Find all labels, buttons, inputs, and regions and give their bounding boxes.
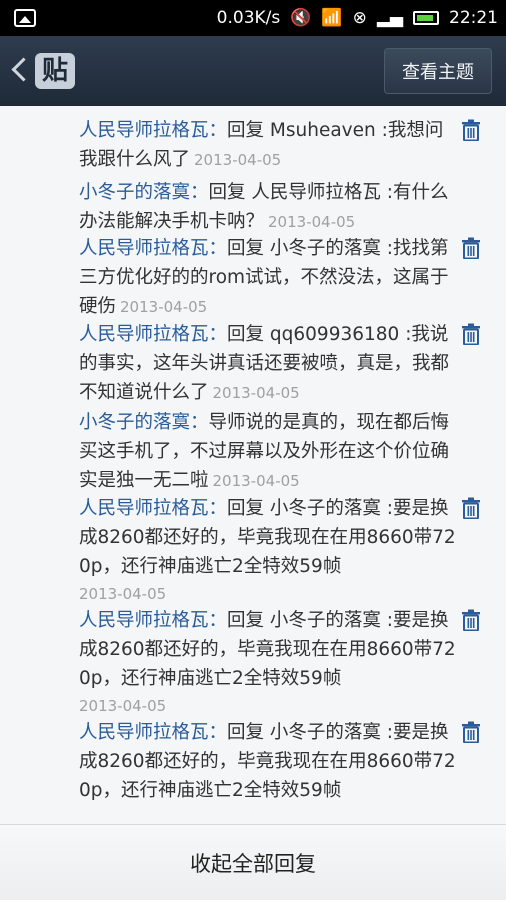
signal-icon: ▂▄ <box>376 8 403 28</box>
title-bar: 贴 查看主题 <box>0 36 506 106</box>
reply-item[interactable]: 人民导师拉格瓦：回复 小冬子的落寞 :找找第三方优化好的的rom试试，不然没法，… <box>79 234 459 322</box>
reply-timestamp: 2013-04-05 <box>212 384 300 402</box>
reply-timestamp: 2013-04-05 <box>212 472 300 490</box>
reply-author[interactable]: 小冬子的落寞： <box>79 412 209 433</box>
reply-item[interactable]: 人民导师拉格瓦：回复 小冬子的落寞 :要是换成8260都还好的，毕竟我现在在用8… <box>79 494 459 607</box>
back-arrow-icon[interactable] <box>11 57 25 83</box>
reply-timestamp: 2013-04-05 <box>79 585 167 603</box>
view-topic-button[interactable]: 查看主题 <box>384 48 492 94</box>
reply-author[interactable]: 人民导师拉格瓦： <box>79 722 227 743</box>
mute-icon: 🔇 <box>290 8 312 28</box>
reply-timestamp: 2013-04-05 <box>79 805 459 810</box>
reply-item[interactable]: 小冬子的落寞：导师说的是真的，现在都后悔买这手机了，不过屏幕以及外形在这个价位确… <box>79 408 459 496</box>
gallery-notification-icon <box>14 9 36 27</box>
reply-timestamp: 2013-04-05 <box>194 151 282 169</box>
battery-icon <box>413 11 439 25</box>
reply-item[interactable]: 人民导师拉格瓦：回复 小冬子的落寞 :要是换成8260都还好的，毕竟我现在在用8… <box>79 718 459 810</box>
delete-trash-icon[interactable] <box>461 323 481 345</box>
reply-timestamp: 2013-04-05 <box>268 213 356 231</box>
reply-item[interactable]: 人民导师拉格瓦：回复 Msuheaven :我想问我跟什么风了 2013-04-0… <box>79 116 459 175</box>
reply-author[interactable]: 人民导师拉格瓦： <box>79 324 227 345</box>
reply-item[interactable]: 人民导师拉格瓦：回复 qq609936180 :我说的事实，这年头讲真话还要被喷… <box>79 320 459 408</box>
reply-author[interactable]: 人民导师拉格瓦： <box>79 120 227 141</box>
delete-trash-icon[interactable] <box>461 721 481 743</box>
delete-trash-icon[interactable] <box>461 497 481 519</box>
reply-author[interactable]: 人民导师拉格瓦： <box>79 238 227 259</box>
network-speed: 0.03K/s <box>216 8 281 28</box>
reply-author[interactable]: 小冬子的落寞： <box>79 182 209 203</box>
reply-item[interactable]: 人民导师拉格瓦：回复 小冬子的落寞 :要是换成8260都还好的，毕竟我现在在用8… <box>79 606 459 719</box>
delete-trash-icon[interactable] <box>461 119 481 141</box>
status-bar: 0.03K/s 🔇 📶 ⊗ ▂▄ 22:21 <box>0 0 506 36</box>
delete-trash-icon[interactable] <box>461 609 481 631</box>
reply-author[interactable]: 人民导师拉格瓦： <box>79 498 227 519</box>
delete-trash-icon[interactable] <box>461 237 481 259</box>
tieba-logo[interactable]: 贴 <box>35 53 75 89</box>
reply-item[interactable]: 小冬子的落寞：回复 人民导师拉格瓦 :有什么办法能解决手机卡呐？ 2013-04-… <box>79 178 459 237</box>
data-off-icon: ⊗ <box>352 8 367 28</box>
reply-list[interactable]: 人民导师拉格瓦：回复 Msuheaven :我想问我跟什么风了 2013-04-0… <box>0 106 506 810</box>
reply-timestamp: 2013-04-05 <box>120 298 208 316</box>
clock: 22:21 <box>449 8 498 28</box>
collapse-all-replies-button[interactable]: 收起全部回复 <box>0 824 506 900</box>
wifi-icon: 📶 <box>321 8 343 28</box>
reply-author[interactable]: 人民导师拉格瓦： <box>79 610 227 631</box>
reply-timestamp: 2013-04-05 <box>79 697 167 715</box>
